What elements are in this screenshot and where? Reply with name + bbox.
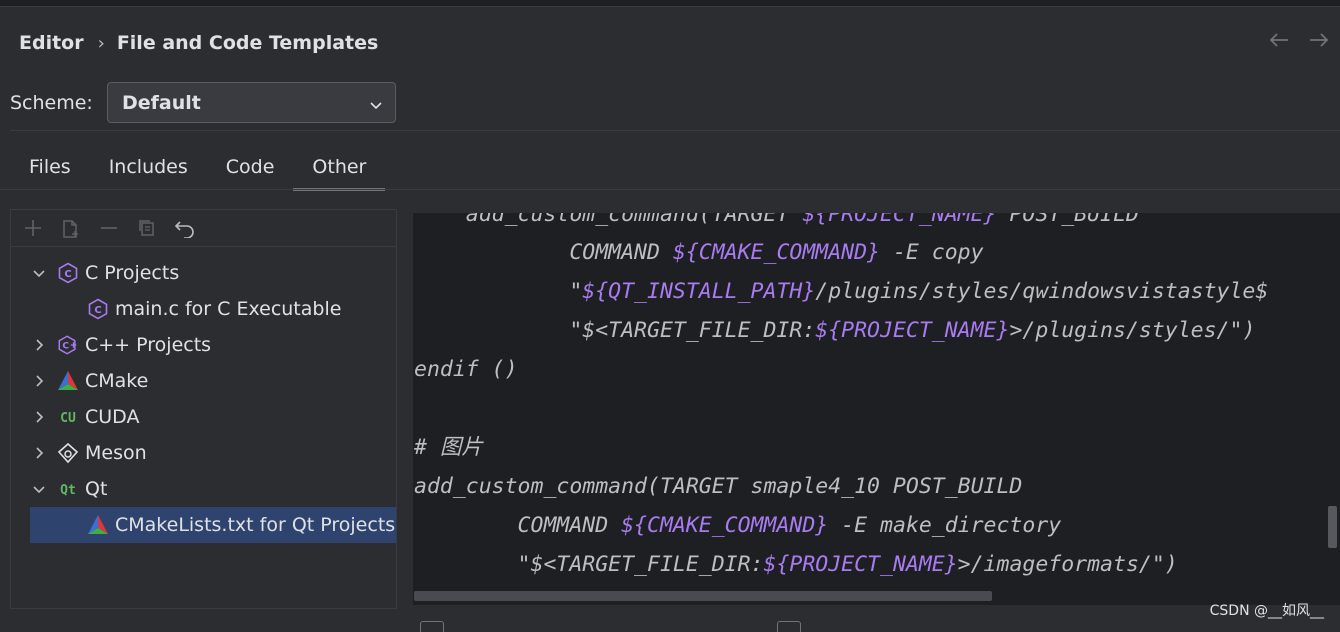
breadcrumb-separator: › [97,32,105,54]
tree-item-label: CMake [85,370,149,392]
reset-icon[interactable] [171,214,199,242]
scheme-value: Default [122,91,201,114]
chevron-right-icon[interactable] [31,445,47,461]
svg-text:C: C [62,341,69,352]
qt-icon: Qt [57,478,79,500]
template-tree: C C Projects C main.c for C Executable C… [11,247,396,543]
chevron-right-icon[interactable] [31,337,47,353]
navigation-arrows [1268,30,1330,55]
meson-icon [57,442,79,464]
tree-toolbar [11,210,396,247]
c-icon: C [87,298,109,320]
svg-text:C: C [94,305,101,316]
tab-files[interactable]: Files [10,150,90,188]
svg-text:Qt: Qt [60,483,76,498]
tree-item-cuda[interactable]: CU CUDA [11,399,396,435]
code-line: endif () [414,357,518,382]
breadcrumb-parent[interactable]: Editor [19,32,84,54]
tree-item-cmake[interactable]: CMake [11,363,396,399]
chevron-right-icon[interactable] [31,373,47,389]
chevron-down-icon [369,95,383,110]
duplicate-icon[interactable] [133,214,161,242]
tree-item-label: C Projects [85,262,180,284]
tab-code[interactable]: Code [207,150,294,188]
tree-item-cpp-projects[interactable]: C C++ Projects [11,327,396,363]
copy-template-icon[interactable] [57,214,85,242]
code-line: "$<TARGET_FILE_DIR:${PROJECT_NAME}>/imag… [414,552,1178,577]
cmake-icon [57,370,79,392]
svg-text:CU: CU [60,411,76,426]
cuda-icon: CU [57,406,79,428]
svg-text:C: C [64,269,71,280]
tree-item-label: Meson [85,442,147,464]
code-content: add_custom_command(TARGET ${PROJECT_NAME… [413,213,1268,577]
c-icon: C [57,262,79,284]
tree-item-cmakelists-qt[interactable]: CMakeLists.txt for Qt Projects [30,507,396,543]
tree-item-label: Qt [85,478,108,500]
tab-bar: Files Includes Code Other [10,150,386,191]
arrow-right-icon[interactable] [1308,30,1330,55]
template-code-editor[interactable]: add_custom_command(TARGET ${PROJECT_NAME… [413,213,1340,605]
window-top-divider [0,6,1340,7]
chevron-down-icon[interactable] [31,481,47,497]
add-icon[interactable] [19,214,47,242]
chevron-right-icon[interactable] [31,409,47,425]
tree-item-label: CUDA [85,406,140,428]
code-line: COMMAND ${CMAKE_COMMAND} -E make_directo… [414,513,1062,538]
scheme-dropdown[interactable]: Default [107,82,396,123]
tree-item-label: C++ Projects [85,334,212,356]
code-line: "${QT_INSTALL_PATH}/plugins/styles/qwind… [414,279,1269,304]
cpp-icon: C [57,334,79,356]
tree-item-c-projects[interactable]: C C Projects [11,255,396,291]
divider [10,130,1340,131]
template-tree-panel: C C Projects C main.c for C Executable C… [10,209,397,609]
tree-item-qt[interactable]: Qt Qt [11,471,396,507]
watermark: CSDN @__如风__ [1209,603,1324,619]
code-comment: # 图片 [414,435,483,460]
chevron-down-icon[interactable] [31,265,47,281]
tree-item-label: CMakeLists.txt for Qt Projects [115,514,396,536]
code-line: add_custom_command(TARGET smaple4_10 POS… [414,474,1023,499]
tab-other[interactable]: Other [293,150,386,191]
tree-item-label: main.c for C Executable [115,298,342,320]
tree-item-main-c[interactable]: C main.c for C Executable [11,291,396,327]
horizontal-scrollbar[interactable] [414,591,992,601]
arrow-left-icon[interactable] [1268,30,1290,55]
cmake-icon [87,514,109,536]
breadcrumb: Editor › File and Code Templates [19,30,378,56]
tabs-divider [0,189,1340,190]
breadcrumb-current: File and Code Templates [116,32,379,54]
code-line: COMMAND ${CMAKE_COMMAND} -E copy [414,240,984,265]
tree-item-meson[interactable]: Meson [11,435,396,471]
code-line: "$<TARGET_FILE_DIR:${PROJECT_NAME}>/plug… [414,318,1256,343]
scheme-label: Scheme: [10,92,93,114]
remove-icon[interactable] [95,214,123,242]
vertical-scrollbar[interactable] [1328,506,1337,548]
code-line: add_custom_command(TARGET ${PROJECT_NAME… [414,213,1139,227]
tab-includes[interactable]: Includes [90,150,207,188]
